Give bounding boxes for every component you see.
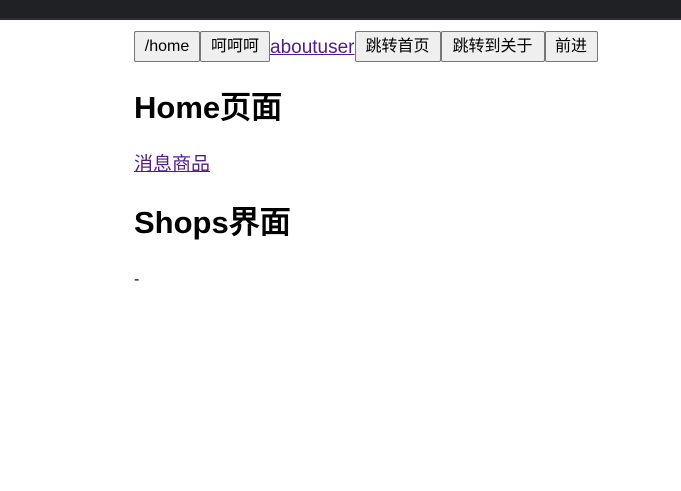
home-route-button[interactable]: /home <box>134 31 200 62</box>
browser-top-bar <box>0 0 681 20</box>
forward-button[interactable]: 前进 <box>544 31 598 62</box>
jump-about-button[interactable]: 跳转到关于 <box>440 31 545 62</box>
jump-home-button[interactable]: 跳转首页 <box>354 31 441 62</box>
hehe-button[interactable]: 呵呵呵 <box>200 31 270 62</box>
news-goods-link[interactable]: 消息商品 <box>134 153 210 177</box>
home-page-title: Home页面 <box>134 90 283 125</box>
shops-content-text: - <box>134 271 140 288</box>
shops-page-title: Shops界面 <box>134 205 291 240</box>
nav-bar: /home 呵呵呵 aboutuser 跳转首页 跳转到关于 前进 <box>134 31 664 62</box>
about-user-link[interactable]: aboutuser <box>270 37 355 62</box>
page-content: /home 呵呵呵 aboutuser 跳转首页 跳转到关于 前进 Home页面… <box>134 31 664 288</box>
